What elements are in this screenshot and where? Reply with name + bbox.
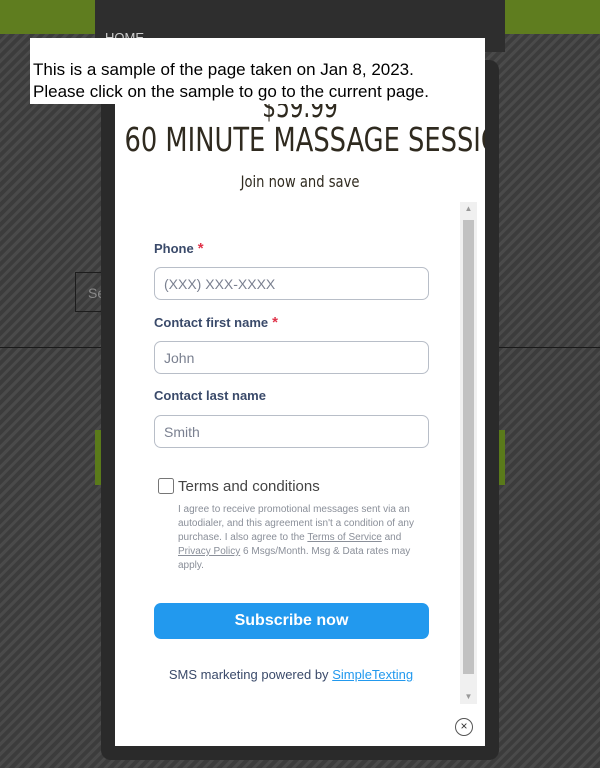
form-scrollbar[interactable]: ▲ ▼ [460,202,477,704]
simpletexting-link[interactable]: SimpleTexting [332,667,413,682]
required-marker: * [197,240,204,257]
first-name-label: Contact first name * [154,314,278,331]
subscribe-button[interactable]: Subscribe now [154,603,429,639]
required-marker: * [272,314,278,331]
signup-modal: $59.99 60 MINUTE MASSAGE SESSION Join no… [115,60,485,746]
sample-notice[interactable]: This is a sample of the page taken on Ja… [30,38,485,104]
scroll-down-icon[interactable]: ▼ [460,690,477,704]
close-icon[interactable]: × [455,718,473,736]
terms-text: I agree to receive promotional messages … [178,504,414,571]
sample-notice-line1: This is a sample of the page taken on Ja… [33,60,414,79]
sample-notice-line2: Please click on the sample to go to the … [33,82,429,101]
scroll-up-icon[interactable]: ▲ [460,202,477,216]
phone-label: Phone * [154,240,204,257]
modal-subhead: Join now and save [240,172,360,191]
terms-of-service-link[interactable]: Terms of Service [307,532,381,543]
last-name-label: Contact last name [154,388,266,403]
last-name-input[interactable] [154,415,429,448]
phone-input[interactable] [154,267,429,300]
scroll-thumb[interactable] [463,220,474,674]
terms-checkbox[interactable] [158,478,174,494]
first-name-input[interactable] [154,341,429,374]
privacy-policy-link[interactable]: Privacy Policy [178,546,240,557]
powered-by: SMS marketing powered by SimpleTexting [168,667,414,682]
modal-headline: 60 MINUTE MASSAGE SESSION [124,120,486,159]
terms-label[interactable]: Terms and conditions [178,478,320,495]
